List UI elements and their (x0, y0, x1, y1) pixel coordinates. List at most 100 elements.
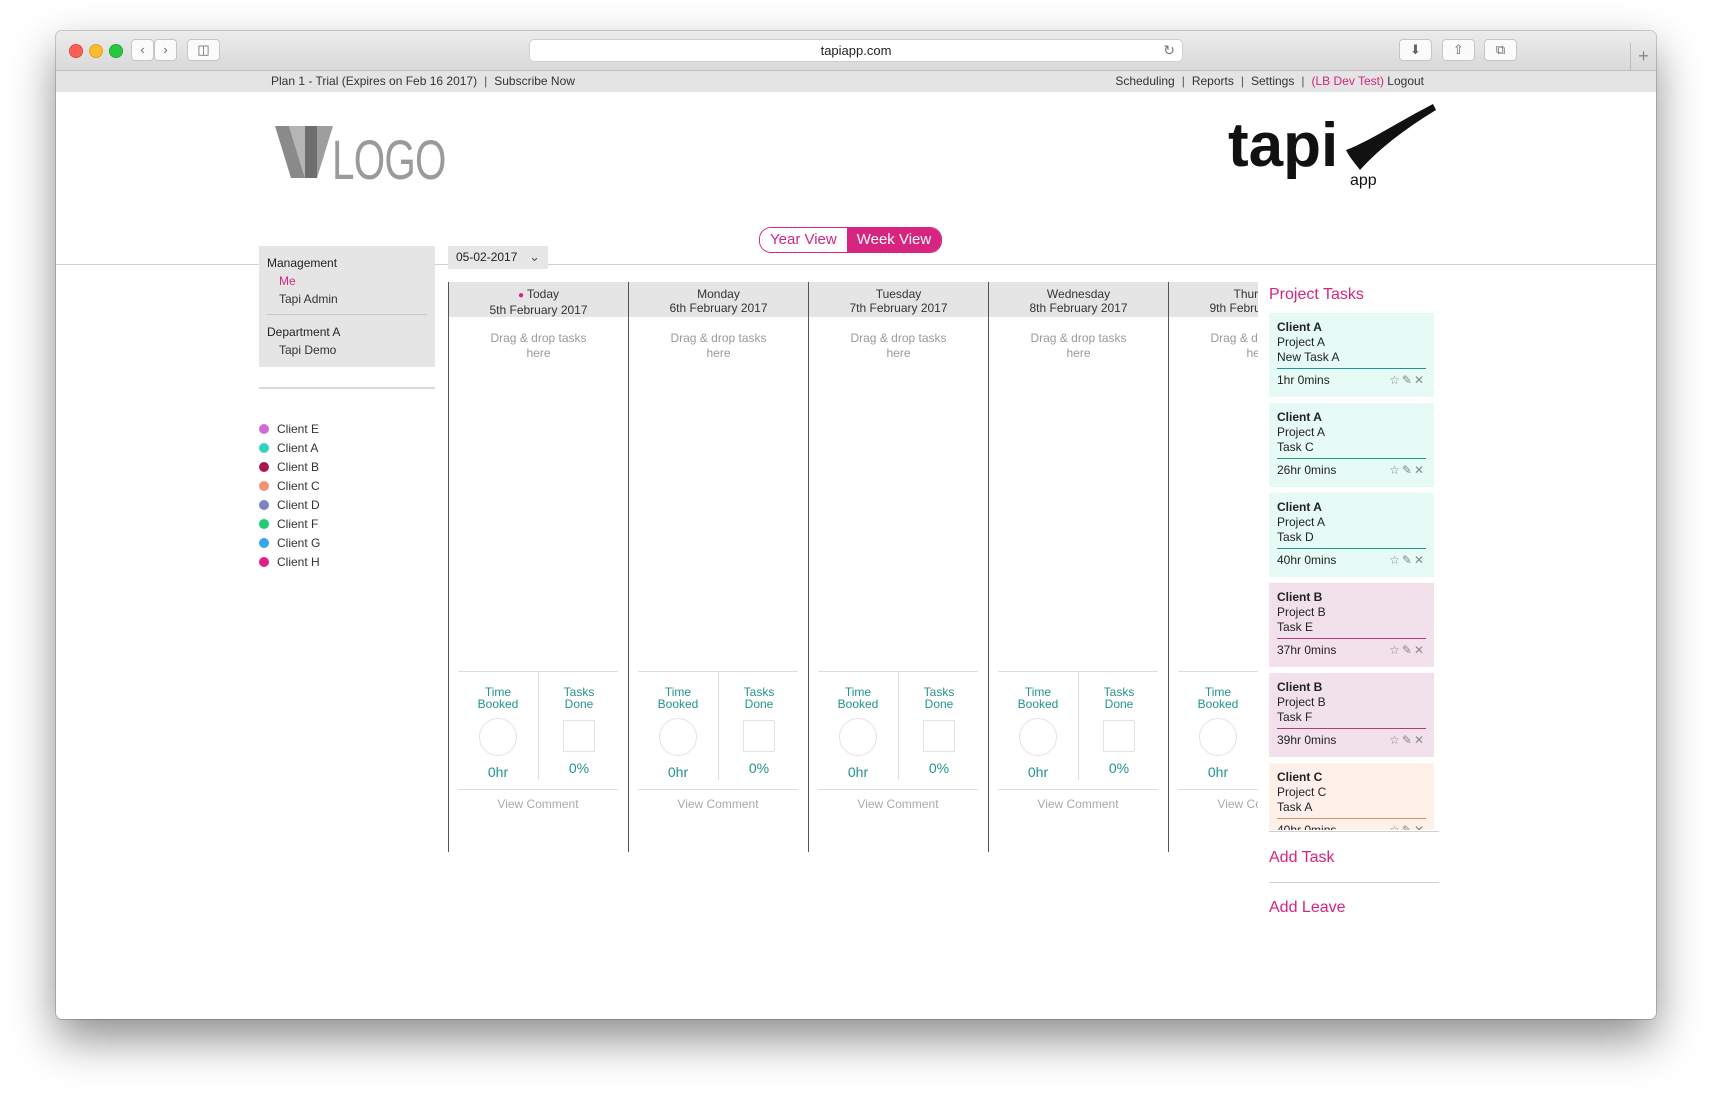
time-booked-value: 0hr (487, 764, 509, 780)
day-name: Wednesday (1046, 287, 1111, 301)
account-bar: Plan 1 - Trial (Expires on Feb 16 2017) |… (56, 71, 1656, 92)
close-icon[interactable]: ✕ (1414, 553, 1426, 567)
edit-icon[interactable]: ✎ (1402, 733, 1414, 747)
tasks-done-stat: Tasks Done 0% (1078, 672, 1159, 780)
back-arrow-icon[interactable]: ‹ (131, 39, 154, 61)
url-text: tapiapp.com (820, 43, 892, 58)
close-icon[interactable]: ✕ (1414, 823, 1426, 830)
client-legend-item[interactable]: Client B (259, 457, 435, 476)
person-me[interactable]: Me (267, 272, 427, 290)
project-task-card[interactable]: Client A Project A Task D 40hr 0mins ☆✎✕ (1269, 493, 1434, 577)
year-view-button[interactable]: Year View (760, 228, 847, 252)
task-name: Task D (1277, 530, 1314, 544)
reload-icon[interactable]: ↻ (1163, 40, 1175, 61)
star-icon[interactable]: ☆ (1389, 373, 1402, 387)
client-color-dot (259, 442, 269, 453)
day-stats: TimeBooked0hrTasksDone0% (1178, 671, 1258, 788)
sidebar-toggle-icon[interactable]: ◫ (187, 39, 220, 61)
star-icon[interactable]: ☆ (1389, 553, 1402, 567)
task-project: Project B (1277, 605, 1326, 619)
add-task-button[interactable]: Add Task (1269, 849, 1335, 867)
edit-icon[interactable]: ✎ (1402, 373, 1414, 387)
day-column[interactable]: ● Today 5th February 2017 Drag & drop tasks… (448, 282, 628, 852)
view-comment-link[interactable]: View Comment (638, 789, 798, 818)
task-client: Client A (1277, 500, 1322, 514)
current-user: (LB Dev Test) (1311, 74, 1384, 88)
new-tab-icon[interactable]: + (1630, 43, 1656, 70)
time-booked-chart (479, 718, 517, 756)
tabs-icon[interactable]: ⧉ (1484, 39, 1517, 61)
client-legend-item[interactable]: Client G (259, 533, 435, 552)
client-legend-item[interactable]: Client F (259, 514, 435, 533)
close-window-button[interactable] (69, 44, 83, 58)
subscribe-link[interactable]: Subscribe Now (494, 74, 575, 88)
share-icon[interactable]: ⇧ (1442, 39, 1475, 61)
week-view-button[interactable]: Week View (846, 228, 942, 252)
client-legend-item[interactable]: Client C (259, 476, 435, 495)
day-column[interactable]: Monday 6th February 2017 Drag & drop tasks… (628, 282, 808, 852)
person-tapi-demo[interactable]: Tapi Demo (267, 341, 427, 359)
time-booked-chart (839, 718, 877, 756)
client-legend-item[interactable]: Client D (259, 495, 435, 514)
download-icon[interactable]: ⬇ (1399, 39, 1432, 61)
star-icon[interactable]: ☆ (1389, 733, 1402, 747)
client-color-dot (259, 480, 269, 491)
close-icon[interactable]: ✕ (1414, 463, 1426, 477)
day-column[interactable]: Tuesday 7th February 2017 Drag & drop task… (808, 282, 988, 852)
day-stats: TimeBooked0hrTasksDone0% (998, 671, 1158, 788)
close-icon[interactable]: ✕ (1414, 373, 1426, 387)
nav-reports[interactable]: Reports (1192, 74, 1234, 88)
time-booked-chart (1199, 718, 1237, 756)
client-name: Client C (277, 478, 320, 493)
add-leave-button[interactable]: Add Leave (1269, 899, 1346, 917)
client-legend-item[interactable]: Client E (259, 419, 435, 438)
star-icon[interactable]: ☆ (1389, 463, 1402, 477)
nav-settings[interactable]: Settings (1251, 74, 1294, 88)
task-meta: 1hr 0mins ☆✎✕ (1277, 368, 1426, 393)
view-comment-link[interactable]: View Comment (818, 789, 978, 818)
edit-icon[interactable]: ✎ (1402, 643, 1414, 657)
time-booked-stat: Time Booked 0hr (1178, 672, 1258, 780)
client-legend-item[interactable]: Client H (259, 552, 435, 571)
project-task-card[interactable]: Client B Project B Task E 37hr 0mins ☆✎✕ (1269, 583, 1434, 667)
tasks-done-stat: Tasks Done 0% (898, 672, 979, 780)
close-icon[interactable]: ✕ (1414, 733, 1426, 747)
edit-icon[interactable]: ✎ (1402, 553, 1414, 567)
star-icon[interactable]: ☆ (1389, 643, 1402, 657)
view-comment-link[interactable]: View Comment (1178, 789, 1258, 818)
date-selector[interactable]: 05-02-2017 ⌄ (448, 246, 548, 269)
logout-link[interactable]: Logout (1387, 74, 1424, 88)
minimize-window-button[interactable] (89, 44, 103, 58)
tasks-done-value: 0% (568, 760, 590, 776)
zoom-window-button[interactable] (109, 44, 123, 58)
panel-divider (1269, 882, 1439, 883)
task-meta: 40hr 0mins ☆✎✕ (1277, 548, 1426, 573)
task-client: Client C (1277, 770, 1323, 784)
person-tapi-admin[interactable]: Tapi Admin (267, 290, 427, 308)
project-tasks-panel: Project Tasks Client A Project A New Task … (1269, 282, 1439, 916)
day-date: 6th February 2017 (669, 301, 768, 315)
project-task-list[interactable]: Client A Project A New Task A 1hr 0mins ☆✎✕ C… (1269, 313, 1434, 830)
day-column[interactable]: Wednesday 8th February 2017 Drag & drop ta… (988, 282, 1168, 852)
group-management: Management (267, 256, 338, 270)
project-task-card[interactable]: Client C Project C Task A 40hr 0mins ☆✎✕ (1269, 763, 1434, 830)
project-task-card[interactable]: Client A Project A New Task A 1hr 0mins ☆✎✕ (1269, 313, 1434, 397)
project-task-card[interactable]: Client B Project B Task F 39hr 0mins ☆✎✕ (1269, 673, 1434, 757)
address-bar[interactable]: tapiapp.com ↻ (529, 39, 1183, 62)
edit-icon[interactable]: ✎ (1402, 823, 1414, 830)
edit-icon[interactable]: ✎ (1402, 463, 1414, 477)
client-legend-item[interactable]: Client A (259, 438, 435, 457)
day-name: Monday (697, 287, 740, 301)
day-column[interactable]: Thursday9th February 2017 Drag & drop tas… (1168, 282, 1258, 852)
star-icon[interactable]: ☆ (1389, 823, 1402, 830)
forward-arrow-icon[interactable]: › (154, 39, 177, 61)
close-icon[interactable]: ✕ (1414, 643, 1426, 657)
drop-zone-placeholder: Drag & drop taskshere (670, 331, 767, 360)
view-comment-link[interactable]: View Comment (458, 789, 618, 818)
day-date: 5th February 2017 (489, 303, 588, 317)
project-task-card[interactable]: Client A Project A Task C 26hr 0mins ☆✎✕ (1269, 403, 1434, 487)
view-comment-link[interactable]: View Comment (998, 789, 1158, 818)
client-color-dot (259, 423, 269, 434)
nav-scheduling[interactable]: Scheduling (1115, 74, 1174, 88)
client-color-dot (259, 537, 269, 548)
